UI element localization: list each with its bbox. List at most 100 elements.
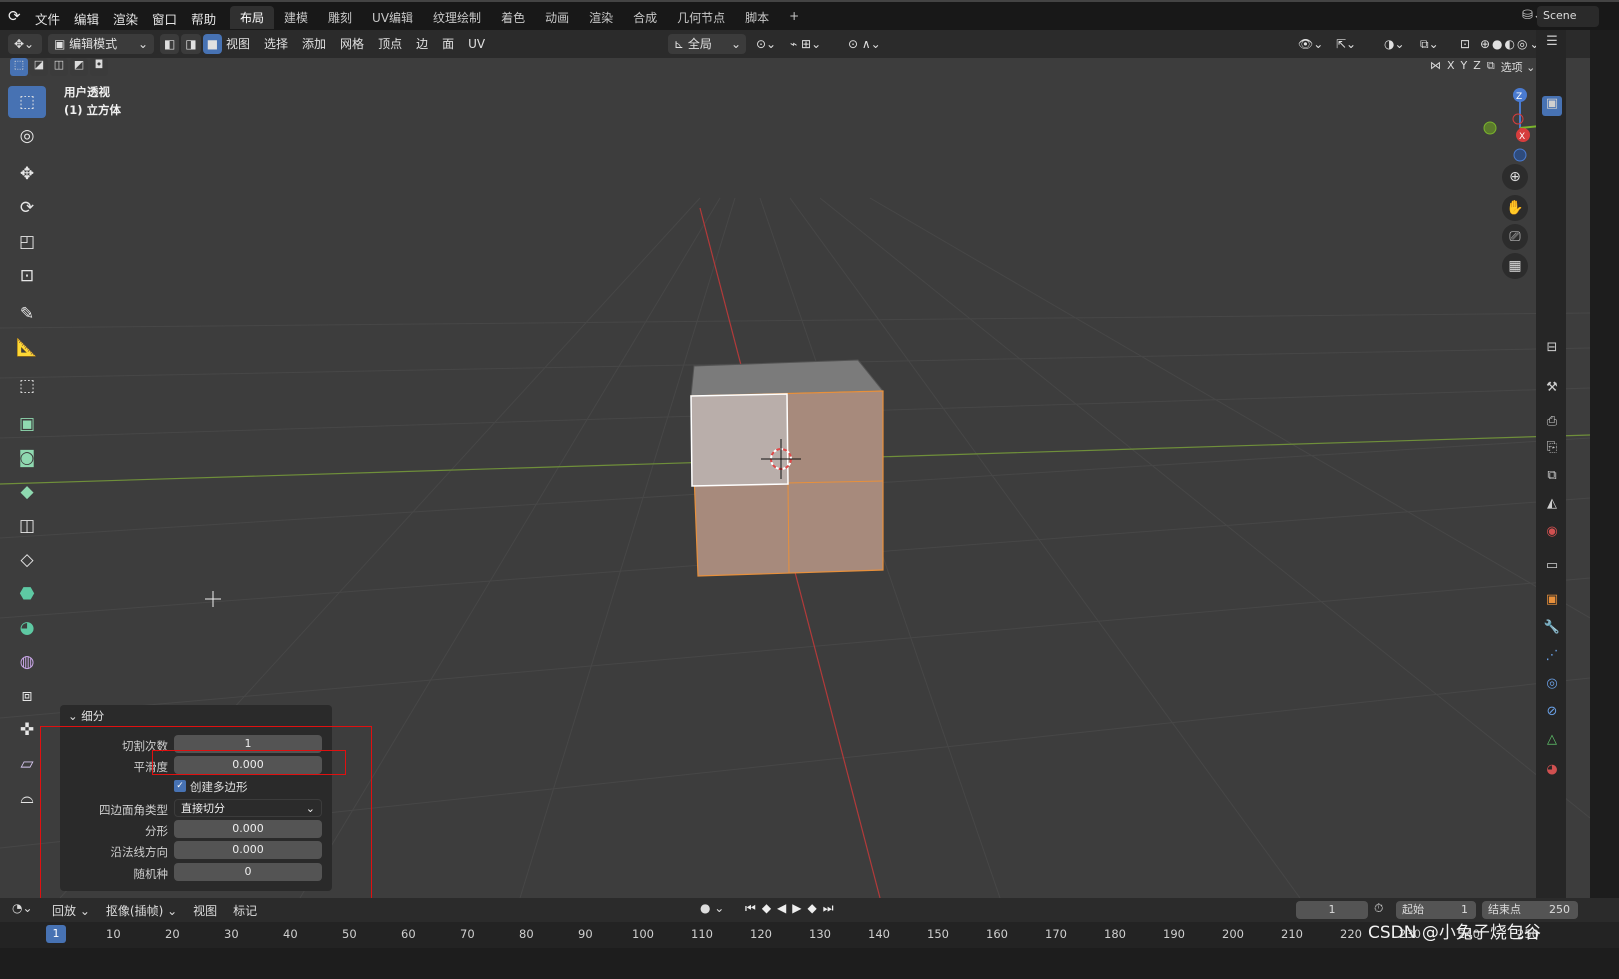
menu-help[interactable]: 帮助	[184, 7, 223, 30]
annotate-tool-icon[interactable]: ✎	[8, 298, 46, 330]
poly-build-tool-icon[interactable]: ⬣	[8, 578, 46, 610]
tab-scripting[interactable]: 脚本	[735, 6, 779, 29]
proportional-edit-icon[interactable]: ⊙ ∧⌄	[848, 34, 881, 54]
end-frame-field[interactable]: 结束点 250	[1482, 901, 1578, 919]
menu-keying[interactable]: 抠像(插帧) ⌄	[106, 902, 177, 919]
knife-tool-icon[interactable]: ◇	[8, 544, 46, 576]
world-props-icon[interactable]: ◉	[1542, 524, 1562, 544]
outliner-icon[interactable]: ☰	[1542, 34, 1562, 54]
menu-edit[interactable]: 编辑	[67, 7, 106, 30]
timeline-editor-icon[interactable]: ◔⌄	[12, 901, 33, 915]
outliner-item-icon[interactable]: ▣	[1542, 96, 1562, 116]
properties-editor-icon[interactable]: ⊟	[1542, 340, 1562, 360]
transform-orientation-dropdown[interactable]: ⊾ 全局 ⌄	[668, 34, 746, 54]
extrude-tool-icon[interactable]: ▣	[8, 408, 46, 440]
add-workspace-icon[interactable]: +	[779, 6, 809, 29]
menu-window[interactable]: 窗口	[145, 7, 184, 30]
current-frame-field[interactable]: 1	[1296, 901, 1368, 919]
menu-select[interactable]: 选择	[264, 34, 288, 54]
scale-tool-icon[interactable]: ◰	[8, 226, 46, 258]
select-subtract-icon[interactable]: ◫	[50, 58, 68, 76]
play-icon[interactable]: ▶	[792, 901, 801, 916]
loop-cut-tool-icon[interactable]: ◫	[8, 510, 46, 542]
edge-slide-tool-icon[interactable]: ⧈	[8, 680, 46, 712]
pivot-icon[interactable]: ⊙⌄	[756, 34, 776, 54]
pan-hand-icon[interactable]: ✋	[1502, 195, 1528, 221]
render-props-icon[interactable]: ⎙	[1542, 414, 1562, 434]
menu-add[interactable]: 添加	[302, 34, 326, 54]
menu-edge[interactable]: 边	[416, 34, 428, 54]
transform-tool-icon[interactable]: ⊡	[8, 260, 46, 292]
xray-toggle-icon[interactable]: ⊡	[1460, 34, 1470, 54]
smooth-tool-icon[interactable]: ◍	[8, 646, 46, 678]
menu-view[interactable]: 视图	[226, 34, 250, 54]
menu-mesh[interactable]: 网格	[340, 34, 364, 54]
select-new-icon[interactable]: ⬚	[10, 58, 28, 76]
menu-playback[interactable]: 回放 ⌄	[52, 902, 90, 919]
menu-render[interactable]: 渲染	[106, 7, 145, 30]
modifier-icon[interactable]: 🔧	[1542, 620, 1562, 640]
jump-start-icon[interactable]: ⏮	[745, 901, 756, 916]
measure-tool-icon[interactable]: 📐	[8, 332, 46, 364]
select-extend-icon[interactable]: ◪	[30, 58, 48, 76]
vertex-select-icon[interactable]: ◧	[160, 34, 180, 54]
menu-uv[interactable]: UV	[468, 34, 485, 54]
tab-shading[interactable]: 着色	[491, 6, 535, 29]
tab-rendering[interactable]: 渲染	[579, 6, 623, 29]
timer-icon[interactable]: ⏱	[1374, 901, 1383, 916]
select-intersect-icon[interactable]: ◘	[90, 58, 108, 76]
mirror-icon[interactable]: ⋈	[1430, 59, 1441, 75]
scene-selector[interactable]: Scene	[1537, 6, 1599, 27]
options-dropdown[interactable]: 选项 ⌄	[1501, 59, 1536, 75]
menu-face[interactable]: 面	[442, 34, 454, 54]
scene-props-icon[interactable]: ◭	[1542, 496, 1562, 516]
cursor-tool-icon[interactable]: ◎	[8, 120, 46, 152]
perspective-grid-icon[interactable]: ▦	[1502, 253, 1528, 279]
playhead-frame[interactable]: 1	[46, 925, 66, 943]
add-cube-tool-icon[interactable]: ⬚	[8, 370, 46, 402]
record-icon[interactable]: ● ⌄	[700, 901, 724, 915]
zoom-icon[interactable]: ⊕	[1502, 164, 1528, 190]
tab-sculpting[interactable]: 雕刻	[318, 6, 362, 29]
tab-animation[interactable]: 动画	[535, 6, 579, 29]
edge-select-icon[interactable]: ◨	[181, 34, 201, 54]
spin-tool-icon[interactable]: ◕	[8, 612, 46, 644]
jump-end-icon[interactable]: ⏭	[823, 901, 834, 916]
tool-props-icon[interactable]: ⚒	[1542, 380, 1562, 400]
mode-dropdown[interactable]: ▣ 编辑模式 ⌄	[48, 34, 154, 54]
output-props-icon[interactable]: ⎘	[1542, 440, 1562, 460]
object-props-icon[interactable]: ▣	[1542, 592, 1562, 612]
blender-logo-icon[interactable]: ⟳	[8, 7, 28, 25]
tab-texture-paint[interactable]: 纹理绘制	[423, 6, 491, 29]
face-select-icon[interactable]: ■	[202, 34, 223, 54]
tab-layout[interactable]: 布局	[230, 6, 275, 29]
physics-icon[interactable]: ◎	[1542, 676, 1562, 696]
camera-icon[interactable]: ⎚	[1502, 224, 1528, 250]
material-props-icon[interactable]: ◕	[1542, 762, 1562, 782]
move-tool-icon[interactable]: ✥	[8, 158, 46, 190]
menu-vertex[interactable]: 顶点	[378, 34, 402, 54]
tab-uv-editing[interactable]: UV编辑	[362, 6, 423, 29]
auto-merge-icon[interactable]: ⧉	[1487, 59, 1495, 75]
prev-keyframe-icon[interactable]: ◆	[762, 901, 771, 916]
start-frame-field[interactable]: 起始 1	[1396, 901, 1476, 919]
collection-icon[interactable]: ▭	[1542, 558, 1562, 578]
tab-geometry-nodes[interactable]: 几何节点	[667, 6, 735, 29]
xray-icon[interactable]: ⧉⌄	[1420, 34, 1439, 54]
menu-timeline-view[interactable]: 视图	[193, 902, 217, 919]
menu-file[interactable]: 文件	[28, 7, 67, 30]
next-keyframe-icon[interactable]: ◆	[808, 901, 817, 916]
data-props-icon[interactable]: △	[1542, 732, 1562, 752]
inset-tool-icon[interactable]: ◙	[8, 442, 46, 474]
view-layer-icon[interactable]: ⧉	[1542, 468, 1562, 488]
visibility-icon[interactable]: 👁⌄	[1298, 34, 1323, 54]
mirror-y[interactable]: Y	[1461, 59, 1468, 75]
overlay-icon[interactable]: ◑⌄	[1384, 34, 1405, 54]
select-box-tool-icon[interactable]: ⬚	[8, 86, 46, 118]
tab-compositing[interactable]: 合成	[623, 6, 667, 29]
bevel-tool-icon[interactable]: ◆	[8, 476, 46, 508]
mirror-x[interactable]: X	[1447, 59, 1455, 75]
particles-icon[interactable]: ⋰	[1542, 648, 1562, 668]
panel-header[interactable]: ⌄ 细分	[68, 708, 104, 724]
mirror-z[interactable]: Z	[1473, 59, 1481, 75]
